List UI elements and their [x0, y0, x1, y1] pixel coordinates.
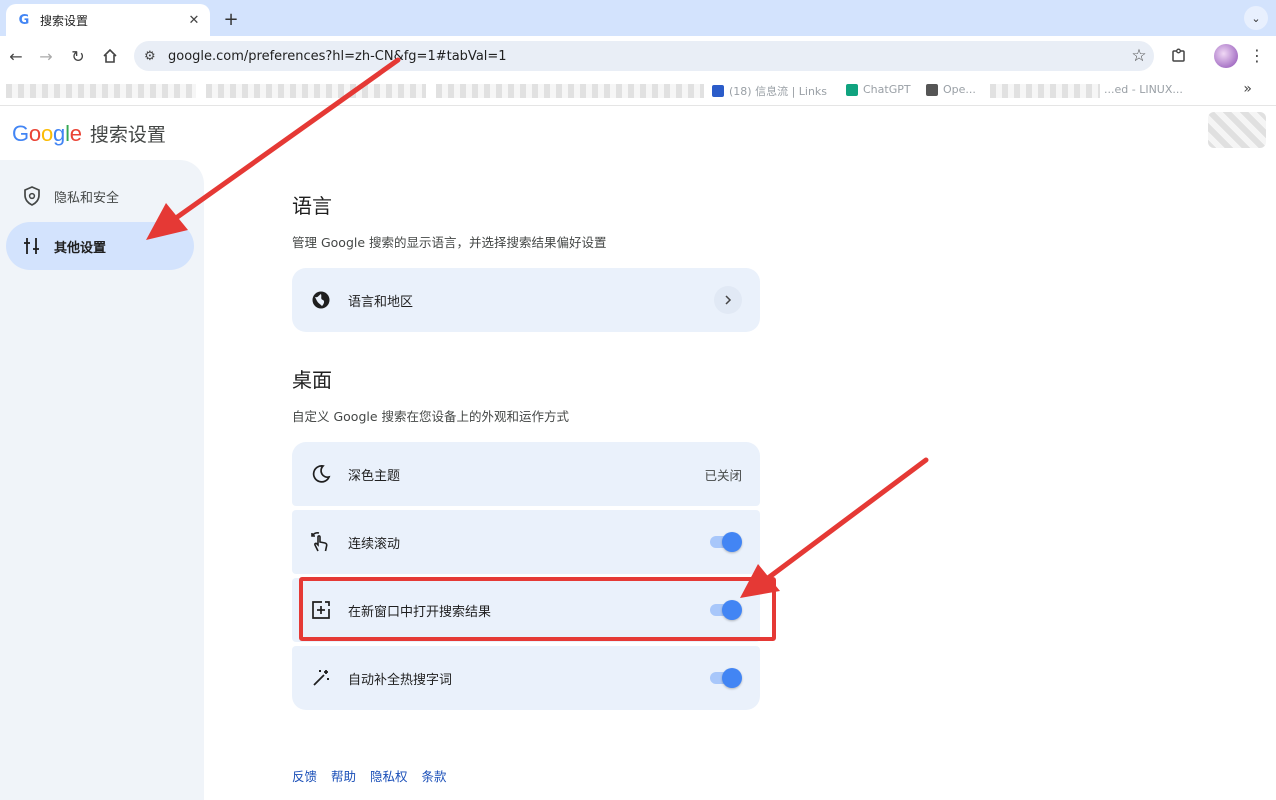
- help-link[interactable]: 帮助: [331, 766, 356, 785]
- chatgpt-icon: [846, 83, 858, 96]
- autocomplete-trending-toggle[interactable]: [708, 668, 742, 688]
- continuous-scroll-label: 连续滚动: [348, 536, 401, 552]
- linkedin-icon: [712, 85, 724, 97]
- feedback-link[interactable]: 反馈: [292, 766, 317, 785]
- blurred-bookmarks: [6, 84, 196, 98]
- bookmark-label: ChatGPT: [863, 83, 911, 96]
- tab-title: 搜索设置: [40, 13, 89, 28]
- desktop-section-description: 自定义 Google 搜索在您设备上的外观和运作方式: [292, 409, 570, 424]
- extensions-puzzle-icon[interactable]: [1168, 44, 1190, 66]
- bookmarks-bar: (18) 信息流 | Links ChatGPT Ope... ...ed - …: [0, 76, 1276, 106]
- privacy-link[interactable]: 隐私权: [370, 766, 408, 785]
- continuous-scroll-row[interactable]: 连续滚动: [292, 510, 760, 574]
- sidebar-item-other-settings[interactable]: 其他设置: [6, 222, 194, 270]
- more-bookmarks-icon[interactable]: »: [1243, 81, 1252, 97]
- blurred-bookmarks: [206, 84, 426, 98]
- sidebar-item-label: 隐私和安全: [54, 190, 120, 206]
- sidebar-item-label: 其他设置: [54, 240, 107, 256]
- tab-search-chevron-icon[interactable]: ⌄: [1244, 6, 1268, 30]
- bookmark-item[interactable]: Ope...: [926, 83, 976, 96]
- profile-avatar[interactable]: [1214, 44, 1238, 68]
- bookmark-item[interactable]: (18) 信息流 | Links: [712, 83, 827, 99]
- address-url[interactable]: google.com/preferences?hl=zh-CN&fg=1#tab…: [168, 49, 1124, 64]
- terms-link[interactable]: 条款: [422, 766, 447, 785]
- dark-theme-label: 深色主题: [348, 468, 401, 484]
- desktop-section-title: 桌面: [292, 368, 332, 392]
- account-avatar[interactable]: [1208, 112, 1266, 148]
- autocomplete-trending-label: 自动补全热搜字词: [348, 672, 453, 688]
- bookmark-label: (18) 信息流 | Links: [729, 85, 828, 98]
- language-section-title: 语言: [292, 194, 332, 218]
- language-section-description: 管理 Google 搜索的显示语言，并选择搜索结果偏好设置: [292, 235, 607, 250]
- openai-icon: [926, 83, 938, 96]
- shield-icon: [22, 186, 42, 206]
- sidebar: 隐私和安全 其他设置: [0, 160, 204, 800]
- close-tab-icon[interactable]: ✕: [186, 13, 202, 28]
- footer-links: 反馈 帮助 隐私权 条款: [292, 766, 447, 785]
- reload-icon[interactable]: ↻: [66, 44, 90, 68]
- bookmark-label: ...ed - LINUX...: [1104, 83, 1183, 96]
- bookmark-star-icon[interactable]: ☆: [1124, 46, 1154, 66]
- page-header: Google 搜索设置: [12, 120, 166, 147]
- chevron-right-icon[interactable]: [714, 286, 742, 314]
- site-info-icon[interactable]: ⚙: [144, 49, 162, 64]
- page-title: 搜索设置: [89, 124, 166, 146]
- globe-icon: [310, 289, 332, 311]
- bookmark-label: Ope...: [943, 83, 976, 96]
- bookmark-item[interactable]: ChatGPT: [846, 83, 911, 96]
- address-bar[interactable]: ⚙ google.com/preferences?hl=zh-CN&fg=1#t…: [134, 41, 1154, 71]
- language-region-label: 语言和地区: [348, 294, 414, 310]
- continuous-scroll-toggle[interactable]: [708, 532, 742, 552]
- annotation-highlight-box: [299, 577, 776, 641]
- new-tab-button[interactable]: +: [220, 8, 242, 30]
- dark-theme-status: 已关闭: [704, 467, 742, 483]
- home-icon[interactable]: [98, 44, 122, 68]
- forward-arrow-icon[interactable]: →: [34, 44, 58, 68]
- browser-tabstrip: G 搜索设置 ✕ + ⌄: [0, 0, 1276, 36]
- swipe-icon: [310, 531, 332, 553]
- blurred-bookmarks: [990, 84, 1100, 98]
- google-logo[interactable]: Google: [12, 121, 82, 147]
- sidebar-item-privacy[interactable]: 隐私和安全: [6, 172, 194, 220]
- magic-wand-icon: [310, 667, 332, 689]
- browser-toolbar: ← → ↻ ⚙ google.com/preferences?hl=zh-CN&…: [0, 36, 1276, 76]
- tune-sliders-icon: [22, 236, 42, 256]
- back-arrow-icon[interactable]: ←: [4, 44, 28, 68]
- moon-icon: [310, 463, 332, 485]
- bookmark-item[interactable]: ...ed - LINUX...: [1104, 83, 1183, 96]
- more-menu-icon[interactable]: ⋮: [1246, 44, 1268, 66]
- google-favicon-icon: G: [18, 12, 30, 28]
- blurred-bookmarks: [436, 84, 704, 98]
- browser-tab[interactable]: G 搜索设置 ✕: [6, 4, 210, 36]
- dark-theme-row[interactable]: 深色主题 已关闭: [292, 442, 760, 506]
- language-region-row[interactable]: 语言和地区: [292, 268, 760, 332]
- autocomplete-trending-row[interactable]: 自动补全热搜字词: [292, 646, 760, 710]
